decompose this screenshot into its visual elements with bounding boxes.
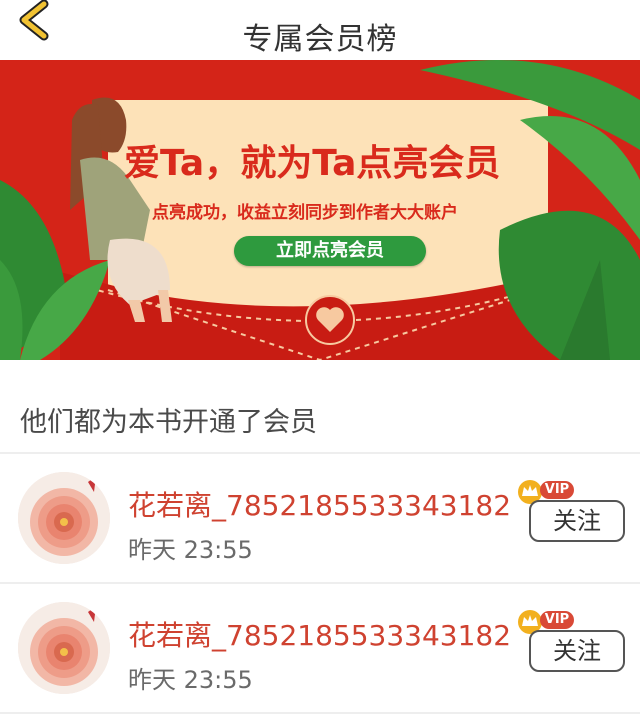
- section-title: 他们都为本书开通了会员: [20, 407, 317, 438]
- vip-label: VIP: [540, 481, 574, 499]
- flower-avatar[interactable]: [18, 602, 110, 694]
- flower-icon: [18, 472, 110, 564]
- flower-avatar[interactable]: [18, 472, 110, 564]
- light-up-membership-button[interactable]: 立即点亮会员: [234, 236, 426, 266]
- member-name[interactable]: 花若离_7852185533343182: [128, 484, 511, 524]
- membership-banner[interactable]: 爱Ta，就为Ta点亮会员 点亮成功，收益立刻同步到作者大大账户 立即点亮会员: [0, 60, 640, 360]
- top-nav-bar: 专属会员榜: [0, 0, 640, 60]
- member-list-item[interactable]: 花若离_7852185533343182 昨天 23:55 VIP 关注: [0, 454, 640, 582]
- vip-label: VIP: [540, 611, 574, 629]
- member-time: 昨天 23:55: [128, 666, 253, 694]
- banner-title: 爱Ta，就为Ta点亮会员: [124, 143, 501, 184]
- divider: [0, 712, 640, 714]
- member-name[interactable]: 花若离_7852185533343182: [128, 614, 511, 654]
- flower-icon: [18, 602, 110, 694]
- banner-subtitle: 点亮成功，收益立刻同步到作者大大账户: [152, 203, 458, 223]
- member-list-item[interactable]: 花若离_7852185533343182 昨天 23:55 VIP 关注: [0, 584, 640, 712]
- member-time: 昨天 23:55: [128, 536, 253, 564]
- follow-button[interactable]: 关注: [529, 630, 625, 672]
- follow-button[interactable]: 关注: [529, 500, 625, 542]
- page-title: 专属会员榜: [242, 22, 398, 57]
